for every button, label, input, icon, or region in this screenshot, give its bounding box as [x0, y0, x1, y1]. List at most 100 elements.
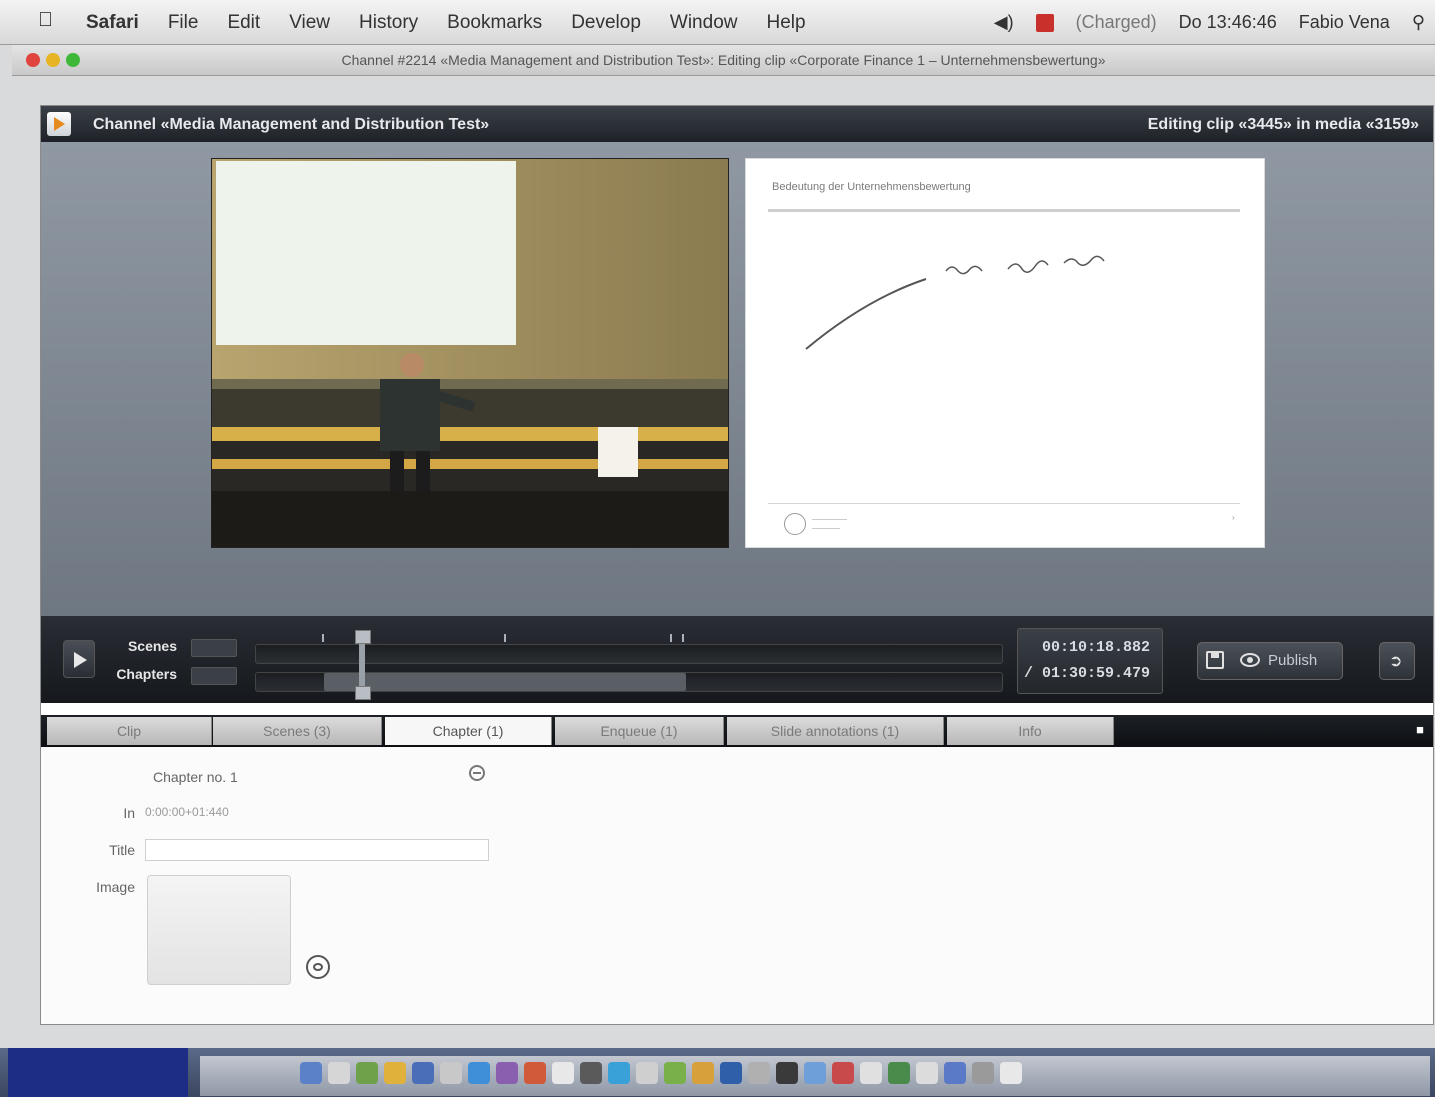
exit-icon: ➲ — [1389, 653, 1403, 670]
dock-app-icon[interactable] — [748, 1062, 770, 1084]
menu-view[interactable]: View — [289, 12, 330, 34]
app-header: Channel «Media Management and Distributi… — [41, 106, 1433, 142]
dock-app-icon[interactable] — [776, 1062, 798, 1084]
menu-items: Safari File Edit View History Bookmarks … — [86, 12, 835, 34]
dock-app-icon[interactable] — [888, 1062, 910, 1084]
chapters-add-remove[interactable] — [191, 667, 237, 685]
current-time: 00:10:18.882 — [1041, 639, 1150, 656]
scenes-add-remove[interactable] — [191, 639, 237, 657]
remove-chapter-icon[interactable] — [469, 765, 485, 781]
slide-footer-logo-text: ————— ———— — [812, 516, 847, 532]
scene-marker[interactable] — [504, 634, 506, 642]
window-title: Channel #2214 «Media Management and Dist… — [341, 52, 1106, 68]
editing-title: Editing clip «3445» in media «3159» — [1147, 116, 1419, 133]
lecture-video-frame — [212, 159, 728, 547]
tab-enqueue[interactable]: Enqueue (1) — [555, 717, 724, 745]
dock-app-icon[interactable] — [524, 1062, 546, 1084]
tab-slide-annotations[interactable]: Slide annotations (1) — [727, 717, 944, 745]
scene-marker[interactable] — [682, 634, 684, 642]
desktop-background — [8, 1048, 188, 1097]
menu-develop[interactable]: Develop — [571, 12, 641, 34]
chapters-label: Chapters — [116, 666, 177, 682]
dock-app-icon[interactable] — [412, 1062, 434, 1084]
menu-window[interactable]: Window — [670, 12, 738, 34]
dock-app-icon[interactable] — [664, 1062, 686, 1084]
apple-menu-icon[interactable]:  — [38, 10, 56, 30]
dock-app-icon[interactable] — [496, 1062, 518, 1084]
spotlight-search-icon[interactable]: ⚲ — [1412, 12, 1425, 33]
dock-app-icon[interactable] — [608, 1062, 630, 1084]
handwriting-annotation-icon — [805, 255, 1105, 350]
volume-icon[interactable]: ◀) — [994, 12, 1014, 33]
menu-safari[interactable]: Safari — [86, 12, 139, 34]
slide-preview[interactable]: Bedeutung der Unternehmensbewertung ————… — [745, 158, 1265, 548]
dock-app-icon[interactable] — [832, 1062, 854, 1084]
dock-app-icon[interactable] — [916, 1062, 938, 1084]
chapter-segment[interactable] — [324, 673, 686, 691]
preview-stage: Bedeutung der Unternehmensbewertung ————… — [41, 142, 1433, 616]
chapter-heading: Chapter no. 1 — [153, 769, 238, 785]
save-publish-group: Publish — [1197, 642, 1343, 680]
image-label: Image — [96, 879, 135, 895]
in-label: In — [123, 805, 135, 821]
video-preview[interactable] — [211, 158, 729, 548]
dock-app-icon[interactable] — [328, 1062, 350, 1084]
dock-app-icon[interactable] — [860, 1062, 882, 1084]
tabs-menu-icon[interactable]: ■ — [1413, 723, 1427, 737]
editor-tabs: Clip Scenes (3) Chapter (1) Enqueue (1) … — [41, 715, 1433, 747]
menu-file[interactable]: File — [168, 12, 199, 34]
dock-app-icon[interactable] — [580, 1062, 602, 1084]
university-seal-icon — [784, 513, 806, 535]
playhead-top-handle[interactable] — [355, 630, 371, 644]
scenes-track[interactable] — [255, 644, 1003, 664]
dock-app-icon[interactable] — [1000, 1062, 1022, 1084]
dock-app-icon[interactable] — [552, 1062, 574, 1084]
menu-help[interactable]: Help — [766, 12, 805, 34]
capture-image-icon[interactable] — [306, 955, 330, 979]
dock-app-icon[interactable] — [440, 1062, 462, 1084]
dock-app-icon[interactable] — [300, 1062, 322, 1084]
dock-app-icon[interactable] — [944, 1062, 966, 1084]
timecode-display: 00:10:18.882 / 01:30:59.479 — [1017, 628, 1163, 694]
chapter-image-placeholder[interactable] — [147, 875, 291, 985]
scene-marker[interactable] — [670, 634, 672, 642]
in-timecode: 0:00:00+01:440 — [145, 805, 229, 819]
playhead-bottom-handle[interactable] — [355, 686, 371, 700]
scenes-label: Scenes — [127, 638, 177, 654]
menu-bookmarks[interactable]: Bookmarks — [447, 12, 542, 34]
dock-app-icon[interactable] — [720, 1062, 742, 1084]
dock-app-icon[interactable] — [356, 1062, 378, 1084]
chapter-form: Chapter no. 1 In 0:00:00+01:440 Title Im… — [41, 747, 1433, 1024]
play-button[interactable] — [63, 640, 95, 678]
dock-app-icon[interactable] — [692, 1062, 714, 1084]
dock-app-icon[interactable] — [384, 1062, 406, 1084]
scene-marker[interactable] — [322, 634, 324, 642]
menu-user[interactable]: Fabio Vena — [1299, 12, 1390, 33]
chapter-title-input[interactable] — [145, 839, 489, 861]
app-logo-icon — [47, 112, 71, 136]
channel-title: Channel «Media Management and Distributi… — [93, 116, 490, 133]
dock-app-icons — [300, 1062, 1028, 1084]
menu-history[interactable]: History — [359, 12, 418, 34]
dock — [0, 1048, 1435, 1097]
total-duration: / 01:30:59.479 — [1023, 665, 1150, 682]
exit-editor-button[interactable]: ➲ — [1379, 642, 1415, 680]
dock-app-icon[interactable] — [636, 1062, 658, 1084]
recording-status-icon[interactable] — [1035, 13, 1054, 32]
publish-button[interactable]: Publish — [1268, 652, 1317, 669]
browser-title-bar: Channel #2214 «Media Management and Dist… — [12, 45, 1435, 76]
dock-app-icon[interactable] — [468, 1062, 490, 1084]
tab-clip[interactable]: Clip — [47, 717, 212, 745]
menu-edit[interactable]: Edit — [227, 12, 260, 34]
preview-eye-icon[interactable] — [1240, 653, 1260, 667]
slide-footer-line — [768, 503, 1240, 504]
dock-app-icon[interactable] — [972, 1062, 994, 1084]
editor-app: Channel «Media Management and Distributi… — [40, 105, 1434, 1025]
tab-info[interactable]: Info — [947, 717, 1114, 745]
menu-clock[interactable]: Do 13:46:46 — [1179, 12, 1277, 33]
tab-scenes[interactable]: Scenes (3) — [213, 717, 382, 745]
save-icon[interactable] — [1206, 651, 1224, 669]
dock-app-icon[interactable] — [804, 1062, 826, 1084]
battery-status[interactable]: (Charged) — [1076, 12, 1157, 33]
tab-chapter[interactable]: Chapter (1) — [385, 717, 552, 745]
